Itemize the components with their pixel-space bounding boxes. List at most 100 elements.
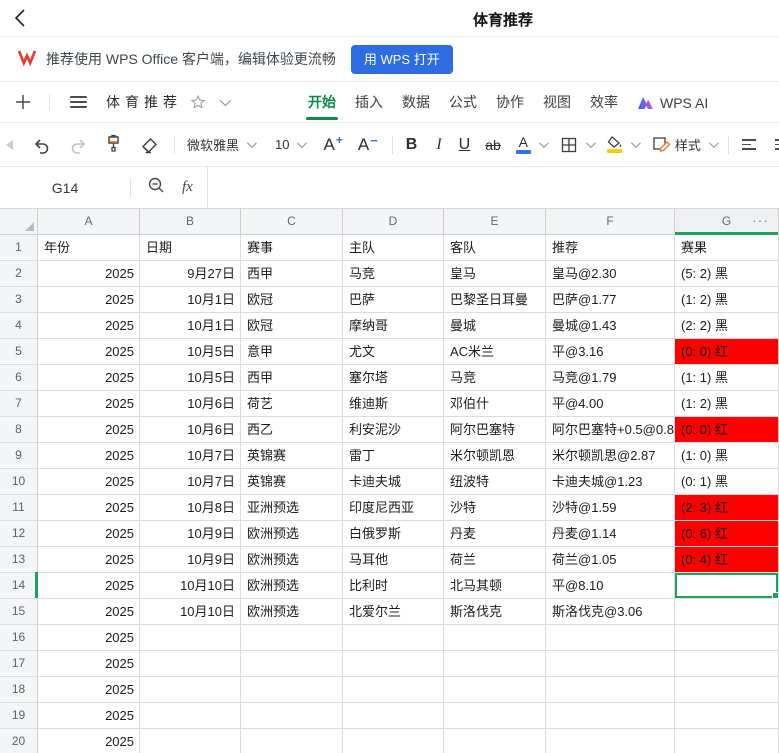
grid-cell[interactable]: 推荐 [546, 235, 675, 261]
grid-cell[interactable]: 2025 [38, 625, 140, 651]
formula-input[interactable] [207, 167, 779, 208]
tab-插入[interactable]: 插入 [355, 82, 383, 123]
align-center-icon[interactable] [775, 139, 779, 150]
font-color-button[interactable]: A [516, 135, 546, 154]
grid-cell[interactable]: (0: 1) 黑 [675, 469, 779, 495]
favorite-star-icon[interactable] [190, 94, 206, 110]
grid-cell[interactable] [343, 677, 444, 703]
grid-cell[interactable]: 2025 [38, 547, 140, 573]
grid-cell[interactable]: 米尔顿凯恩 [444, 443, 546, 469]
font-name-select[interactable]: 微软雅黑 [187, 135, 254, 154]
grid-cell[interactable] [444, 651, 546, 677]
grid-cell[interactable]: 2025 [38, 469, 140, 495]
grid-cell[interactable]: 主队 [343, 235, 444, 261]
grid-cell[interactable]: 欧冠 [241, 313, 343, 339]
grid-cell[interactable]: 沙特@1.59 [546, 495, 675, 521]
grid-cell[interactable]: 巴萨@1.77 [546, 287, 675, 313]
grid-cell[interactable]: 10月5日 [140, 339, 241, 365]
grid-cell[interactable]: 10月9日 [140, 521, 241, 547]
italic-button[interactable]: I [436, 136, 441, 154]
grid-cell[interactable]: 丹麦 [444, 521, 546, 547]
grid-cell[interactable]: 10月9日 [140, 547, 241, 573]
grid-cell[interactable]: 摩纳哥 [343, 313, 444, 339]
grid-cell[interactable]: 荷艺 [241, 391, 343, 417]
selected-cell-G14[interactable] [675, 573, 779, 599]
row-header-12[interactable]: 12 [0, 521, 38, 547]
grid-cell[interactable]: 2025 [38, 677, 140, 703]
grid-cell[interactable]: 2025 [38, 261, 140, 287]
grid-cell[interactable]: (0: 0) 红 [675, 417, 779, 443]
grid-cell[interactable]: 阿尔巴塞特+0.5@0.8 [546, 417, 675, 443]
format-painter-icon[interactable] [103, 134, 124, 155]
open-in-wps-button[interactable]: 用 WPS 打开 [351, 45, 453, 74]
grid-cell[interactable]: 邓伯什 [444, 391, 546, 417]
grid-cell[interactable]: 平@3.16 [546, 339, 675, 365]
grid-cell[interactable]: 意甲 [241, 339, 343, 365]
row-header-1[interactable]: 1 [0, 235, 38, 261]
grid-cell[interactable]: 北马其顿 [444, 573, 546, 599]
tab-数据[interactable]: 数据 [402, 82, 430, 123]
grid-cell[interactable]: 2025 [38, 599, 140, 625]
grid-cell[interactable]: 塞尔塔 [343, 365, 444, 391]
row-header-11[interactable]: 11 [0, 495, 38, 521]
grid-cell[interactable]: 2025 [38, 729, 140, 753]
row-header-13[interactable]: 13 [0, 547, 38, 573]
grid-cell[interactable]: 曼城@1.43 [546, 313, 675, 339]
grid-cell[interactable] [140, 677, 241, 703]
grid-cell[interactable]: 尤文 [343, 339, 444, 365]
grid-cell[interactable]: 2025 [38, 339, 140, 365]
undo-icon[interactable] [32, 135, 52, 155]
grid-cell[interactable] [343, 703, 444, 729]
grid-cell[interactable]: 丹麦@1.14 [546, 521, 675, 547]
grid-cell[interactable]: 马耳他 [343, 547, 444, 573]
grid-cell[interactable]: 平@4.00 [546, 391, 675, 417]
row-header-14[interactable]: 14 [0, 573, 38, 599]
row-header-15[interactable]: 15 [0, 599, 38, 625]
underline-button[interactable]: U [459, 136, 471, 154]
grid-cell[interactable]: 北爱尔兰 [343, 599, 444, 625]
grid-cell[interactable] [675, 651, 779, 677]
grid-cell[interactable] [444, 677, 546, 703]
grid-cell[interactable] [675, 703, 779, 729]
grid-cell[interactable]: (1: 0) 黑 [675, 443, 779, 469]
select-all-corner[interactable] [0, 209, 38, 234]
grid-cell[interactable]: 米尔顿凯思@2.87 [546, 443, 675, 469]
row-header-6[interactable]: 6 [0, 365, 38, 391]
tab-开始[interactable]: 开始 [308, 82, 336, 123]
grid-cell[interactable]: 9月27日 [140, 261, 241, 287]
redo-icon[interactable] [68, 135, 88, 155]
grid-cell[interactable] [675, 677, 779, 703]
grid-cell[interactable]: 印度尼西亚 [343, 495, 444, 521]
grid-cell[interactable]: 2025 [38, 365, 140, 391]
grid-cell[interactable]: 2025 [38, 313, 140, 339]
tab-公式[interactable]: 公式 [449, 82, 477, 123]
grid-cell[interactable]: 曼城 [444, 313, 546, 339]
row-header-7[interactable]: 7 [0, 391, 38, 417]
grid-cell[interactable]: 2025 [38, 443, 140, 469]
grid-cell[interactable] [546, 729, 675, 753]
grid-cell[interactable]: 欧洲预选 [241, 573, 343, 599]
grid-cell[interactable] [546, 625, 675, 651]
grid-cell[interactable]: 荷兰 [444, 547, 546, 573]
grid-cell[interactable]: 西乙 [241, 417, 343, 443]
grid-cell[interactable]: 2025 [38, 521, 140, 547]
grid-cell[interactable]: 皇马@2.30 [546, 261, 675, 287]
grid-cell[interactable]: AC米兰 [444, 339, 546, 365]
column-header-C[interactable]: C [241, 209, 343, 234]
grid-cell[interactable]: 马竞 [444, 365, 546, 391]
grid-cell[interactable]: 10月6日 [140, 417, 241, 443]
grid-cell[interactable]: (5: 2) 黑 [675, 261, 779, 287]
row-header-9[interactable]: 9 [0, 443, 38, 469]
fx-icon[interactable]: fx [182, 179, 193, 196]
selection-fill-handle[interactable] [772, 592, 779, 599]
fill-color-button[interactable] [607, 136, 638, 153]
decrease-font-icon[interactable]: A− [358, 135, 378, 155]
row-header-8[interactable]: 8 [0, 417, 38, 443]
new-sheet-plus-icon[interactable] [13, 92, 33, 112]
cell-reference-box[interactable]: G14 [0, 180, 130, 196]
grid-cell[interactable]: 2025 [38, 417, 140, 443]
grid-cell[interactable]: 10月7日 [140, 469, 241, 495]
tab-协作[interactable]: 协作 [496, 82, 524, 123]
grid-cell[interactable] [241, 677, 343, 703]
cell-style-button[interactable]: 样式 [652, 135, 716, 154]
